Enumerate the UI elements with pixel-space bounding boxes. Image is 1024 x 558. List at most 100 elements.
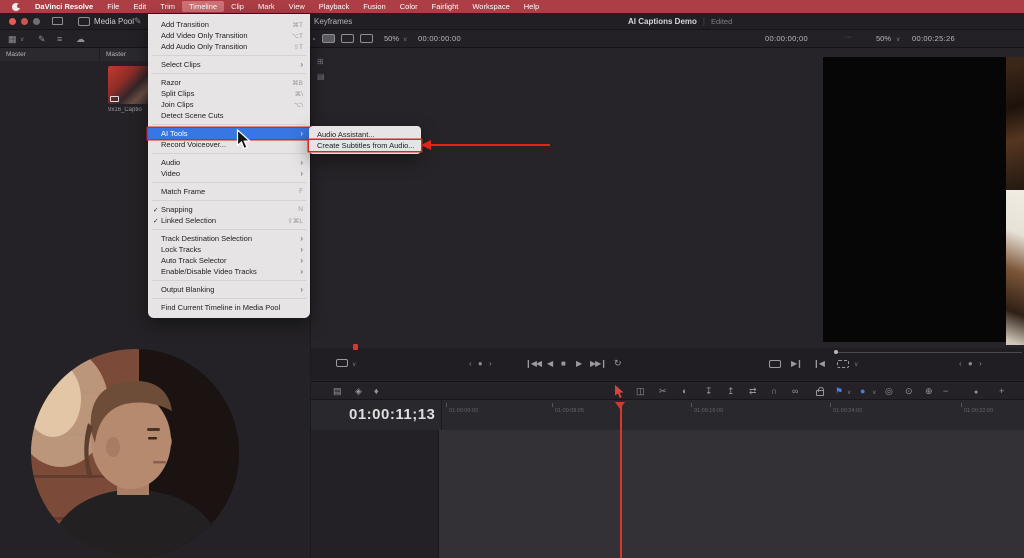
sort-icon[interactable]: ✎ <box>38 34 46 44</box>
menubar-item-help[interactable]: Help <box>517 1 546 12</box>
clean-feed-icon[interactable] <box>52 17 63 25</box>
loop-playback-button[interactable]: ↻ <box>614 358 621 369</box>
menu-item-audio[interactable]: Audio› <box>148 157 310 168</box>
loop-range-icon[interactable] <box>769 360 781 368</box>
left-jog-control[interactable]: ‹ ● › <box>469 359 494 368</box>
menu-item-select-clips[interactable]: Select Clips› <box>148 59 310 70</box>
linked-selection-icon[interactable]: ∞ <box>792 385 798 397</box>
bin-view-chevron-icon[interactable]: ∨ <box>20 36 24 43</box>
submenu-item-audio-assistant[interactable]: Audio Assistant... <box>309 129 421 140</box>
timeline-ruler[interactable]: 01:00:00:0001:00:08:0501:00:16:0001:00:2… <box>441 400 1024 430</box>
stop-button[interactable]: ■ <box>561 359 565 368</box>
selection-tool-icon[interactable] <box>613 385 625 399</box>
mix-transition-icon[interactable]: ◈ <box>355 385 362 397</box>
play-button[interactable]: ▶ <box>576 359 581 368</box>
window-close-button[interactable] <box>9 18 16 25</box>
left-viewer-zoom-select[interactable]: 50% <box>384 34 399 43</box>
snapping-icon[interactable]: ∩ <box>771 385 777 397</box>
menu-item-detect-scene-cuts[interactable]: Detect Scene Cuts <box>148 110 310 121</box>
right-viewer-zoom-select[interactable]: 50% <box>876 34 891 43</box>
media-pool-button[interactable]: Media Pool <box>78 17 134 26</box>
replace-clip-icon[interactable]: ⇄ <box>749 385 757 397</box>
razor-edit-mode-icon[interactable]: ✂ <box>659 385 667 397</box>
overwrite-clip-icon[interactable]: ↥ <box>727 385 735 397</box>
detail-zoom-icon[interactable]: ⊙ <box>905 385 913 397</box>
timeline-options-icon[interactable]: ▤ <box>333 385 342 397</box>
zoom-plus-icon[interactable]: + <box>999 385 1004 397</box>
menu-item-add-audio-only-transition[interactable]: Add Audio Only Transition⇧T <box>148 41 310 52</box>
flag-icon[interactable]: ⚑ <box>835 385 843 397</box>
submenu-item-create-subtitles-from-audio[interactable]: Create Subtitles from Audio... <box>309 140 421 151</box>
menu-item-lock-tracks[interactable]: Lock Tracks› <box>148 244 310 255</box>
play-reverse-icon[interactable]: ❙◀ <box>813 359 824 368</box>
timeline-tracks-area[interactable] <box>310 430 1024 558</box>
source-viewer-icon[interactable] <box>322 34 335 43</box>
position-lock-icon[interactable] <box>816 390 824 396</box>
insert-clip-icon[interactable]: ↧ <box>705 385 713 397</box>
menu-item-auto-track-selector[interactable]: Auto Track Selector› <box>148 255 310 266</box>
menubar-app-name[interactable]: DaVinci Resolve <box>28 1 100 12</box>
menu-item-enable-disable-video-tracks[interactable]: Enable/Disable Video Tracks› <box>148 266 310 277</box>
window-zoom-button[interactable] <box>33 18 40 25</box>
menubar-item-fusion[interactable]: Fusion <box>356 1 393 12</box>
timeline-viewer-icon[interactable] <box>341 34 354 43</box>
menubar-item-playback[interactable]: Playback <box>312 1 356 12</box>
go-to-start-button[interactable]: ❙◀◀ <box>525 359 541 368</box>
menu-item-linked-selection[interactable]: ✓Linked Selection⇧⌘L <box>148 215 310 226</box>
menubar-item-trim[interactable]: Trim <box>153 1 182 12</box>
zoom-slider-handle[interactable]: ● <box>974 387 978 399</box>
keyframes-button[interactable]: Keyframes <box>314 17 352 26</box>
zoom-minus-icon[interactable]: − <box>943 385 948 397</box>
step-back-button[interactable]: ◀ <box>547 359 552 368</box>
menu-item-find-current-timeline-in-media-pool[interactable]: Find Current Timeline in Media Pool <box>148 302 310 313</box>
window-minimize-button[interactable] <box>21 18 28 25</box>
multicam-viewer-icon[interactable] <box>360 34 373 43</box>
menubar-item-clip[interactable]: Clip <box>224 1 251 12</box>
menubar-item-timeline[interactable]: Timeline <box>182 1 224 12</box>
timeline-clip-card[interactable]: 9x16_Captio <box>108 66 150 113</box>
play-around-icon[interactable]: ▶❙ <box>791 359 802 368</box>
match-frame-icon[interactable] <box>837 360 849 368</box>
menu-item-ai-tools[interactable]: AI Tools› <box>148 128 310 139</box>
cloud-icon[interactable]: ☁ <box>76 34 85 44</box>
viewer-scrubber-handle[interactable] <box>834 350 838 354</box>
apple-menu-icon[interactable] <box>12 3 20 11</box>
menubar-item-workspace[interactable]: Workspace <box>465 1 516 12</box>
panel-strip-icon[interactable]: ▤ <box>317 72 325 81</box>
voiceover-mic-icon[interactable]: ♦ <box>374 385 379 397</box>
menubar-item-edit[interactable]: Edit <box>126 1 153 12</box>
menubar-item-mark[interactable]: Mark <box>251 1 282 12</box>
bin-header-master-1[interactable]: Master <box>0 48 100 61</box>
menu-item-split-clips[interactable]: Split Clips⌘\ <box>148 88 310 99</box>
flag-chevron-icon[interactable]: ∨ <box>847 389 851 396</box>
menu-item-match-frame[interactable]: Match FrameF <box>148 186 310 197</box>
timeline-view-options-icon[interactable]: ⊞ <box>317 57 324 66</box>
menu-item-video[interactable]: Video› <box>148 168 310 179</box>
menu-item-track-destination-selection[interactable]: Track Destination Selection› <box>148 233 310 244</box>
menu-item-join-clips[interactable]: Join Clips⌥\ <box>148 99 310 110</box>
marker-chevron-icon[interactable]: ∨ <box>872 389 876 396</box>
custom-zoom-icon[interactable]: ⊕ <box>925 385 933 397</box>
menubar-item-file[interactable]: File <box>100 1 126 12</box>
menu-item-razor[interactable]: Razor⌘B <box>148 77 310 88</box>
viewer-scrubber-bar[interactable] <box>836 352 1022 353</box>
menu-item-add-video-only-transition[interactable]: Add Video Only Transition⌥T <box>148 30 310 41</box>
menubar-item-view[interactable]: View <box>282 1 312 12</box>
menubar-item-color[interactable]: Color <box>393 1 425 12</box>
right-jog-control[interactable]: ‹ ● › <box>959 359 984 368</box>
marker-icon[interactable]: ● <box>860 385 865 397</box>
menu-item-snapping[interactable]: ✓SnappingN <box>148 204 310 215</box>
menu-item-add-transition[interactable]: Add Transition⌘T <box>148 19 310 30</box>
bin-view-icon[interactable]: ▦ <box>8 34 17 44</box>
timeline-resolution-icon[interactable] <box>336 359 348 367</box>
dynamic-trim-mode-icon[interactable]: ◐ <box>682 385 687 397</box>
playhead-line[interactable] <box>620 403 622 558</box>
go-to-end-button[interactable]: ▶▶❙ <box>590 359 606 368</box>
import-media-icon[interactable]: ≡ <box>57 34 62 44</box>
full-extent-zoom-icon[interactable]: ◎ <box>885 385 893 397</box>
menu-item-record-voiceover[interactable]: Record Voiceover... <box>148 139 310 150</box>
pen-tool-icon[interactable]: ✎ <box>134 16 142 26</box>
trim-edit-mode-icon[interactable]: ◫ <box>636 385 645 397</box>
menubar-item-fairlight[interactable]: Fairlight <box>425 1 466 12</box>
menu-item-output-blanking[interactable]: Output Blanking› <box>148 284 310 295</box>
